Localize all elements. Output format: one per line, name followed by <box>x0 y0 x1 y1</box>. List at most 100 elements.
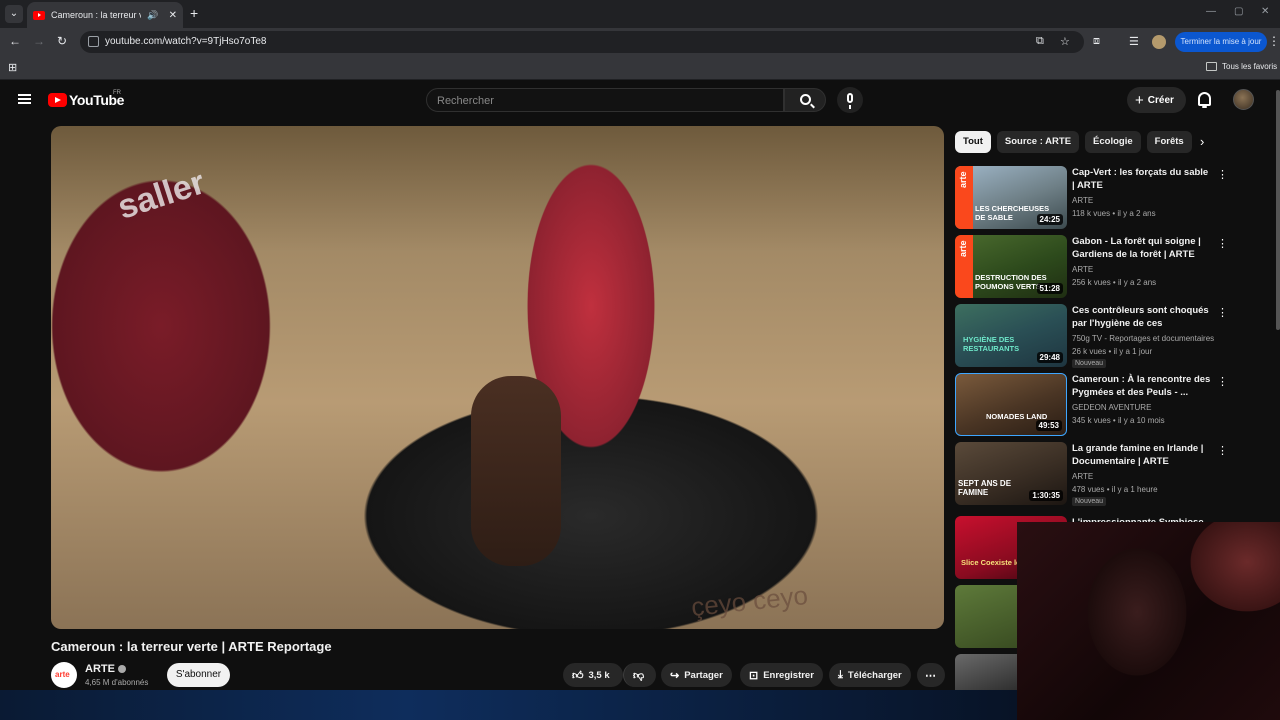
url-text[interactable]: youtube.com/watch?v=9TjHso7oTe8 <box>105 36 266 47</box>
all-bookmarks-link[interactable]: Tous les favoris <box>1222 62 1277 71</box>
recommendation-channel[interactable]: 750g TV - Reportages et documentaires <box>1072 334 1214 343</box>
reading-list-icon[interactable]: ☰ <box>1129 35 1139 48</box>
browser-tabbar: ⌄ Cameroun : la terreur verte 🔊 ✕ + — ▢ … <box>0 0 1280 28</box>
recommendation-title[interactable]: Cap-Vert : les forçats du sable | ARTE <box>1072 166 1212 192</box>
search-input[interactable]: Rechercher <box>426 88 784 112</box>
dislike-button[interactable]: 👎︎ <box>623 663 656 687</box>
tab-close-icon[interactable]: ✕ <box>169 10 177 21</box>
recommendation-item[interactable]: HYGIÈNE DES RESTAURANTS 29:48 Ces contrô… <box>955 304 1228 368</box>
share-button[interactable]: ↪ Partager <box>661 663 732 687</box>
recommendation-menu-icon[interactable]: ⋮ <box>1217 306 1228 319</box>
channel-avatar[interactable]: arte <box>51 662 77 688</box>
plus-icon: + <box>1135 91 1144 109</box>
thumbs-down-icon: 👎︎ <box>633 669 645 682</box>
video-player[interactable]: saller çeyo ceyo <box>51 126 944 629</box>
share-label: Partager <box>684 669 723 681</box>
recommendation-thumbnail[interactable] <box>955 654 1017 690</box>
verified-icon <box>117 665 126 674</box>
subscriber-count: 4,65 M d'abonnés <box>85 678 149 687</box>
share-icon: ↪ <box>670 669 680 682</box>
site-info-icon[interactable] <box>88 36 99 47</box>
reload-icon[interactable]: ↻ <box>57 34 67 48</box>
bookmark-icon: ⊡ <box>749 669 759 682</box>
channel-name[interactable]: ARTE <box>85 663 115 675</box>
update-button[interactable]: Terminer la mise à jour <box>1175 32 1267 52</box>
recommendation-channel[interactable]: ARTE <box>1072 265 1093 274</box>
new-tab-icon[interactable]: + <box>190 5 198 21</box>
recommendation-thumbnail[interactable]: arte LES CHERCHEUSES DE SABLE 24:25 <box>955 166 1067 229</box>
recommendation-thumbnail[interactable]: SEPT ANS DE FAMINE 1:30:35 <box>955 442 1067 505</box>
extensions-icon[interactable]: ⧈ <box>1093 35 1100 48</box>
recommendation-menu-icon[interactable]: ⋮ <box>1217 168 1228 181</box>
browser-tab[interactable]: Cameroun : la terreur verte 🔊 ✕ <box>27 2 183 28</box>
arte-logo: arte <box>55 670 70 679</box>
thumbs-up-icon: 👍︎ <box>572 669 584 682</box>
like-button[interactable]: 👍︎ 3,5 k <box>563 663 623 687</box>
recommendation-meta: 478 vues • il y a 1 heure <box>1072 485 1158 494</box>
recommendation-channel[interactable]: GEDEON AVENTURE <box>1072 403 1151 412</box>
recommendation-title[interactable]: La grande famine en Irlande | Documentai… <box>1072 442 1212 468</box>
video-duration: 1:30:35 <box>1029 490 1063 501</box>
menu-icon[interactable] <box>18 94 31 104</box>
recommendation-item[interactable]: arte DESTRUCTION DES POUMONS VERTS 51:28… <box>955 235 1228 299</box>
video-duration: 51:28 <box>1036 283 1063 294</box>
more-actions-button[interactable]: ⋯ <box>917 663 945 687</box>
cast-icon[interactable]: ⧉ <box>1036 35 1044 48</box>
chip-forets[interactable]: Forêts <box>1146 131 1192 153</box>
recommendation-channel[interactable]: ARTE <box>1072 472 1093 481</box>
user-avatar[interactable] <box>1233 89 1254 110</box>
recommendation-title[interactable]: Gabon - La forêt qui soigne | Gardiens d… <box>1072 235 1212 261</box>
recommendation-thumbnail[interactable]: NOMADES LAND 49:53 <box>955 373 1067 436</box>
forward-icon[interactable]: → <box>33 34 45 48</box>
bookmark-star-icon[interactable]: ☆ <box>1060 35 1070 48</box>
recommendation-thumbnail[interactable]: arte DESTRUCTION DES POUMONS VERTS 51:28 <box>955 235 1067 298</box>
recommendation-item[interactable]: NOMADES LAND 49:53 Cameroun : À la renco… <box>955 373 1228 437</box>
page-scrollbar[interactable] <box>1276 90 1280 330</box>
minimize-icon[interactable]: — <box>1206 6 1216 17</box>
voice-search-button[interactable] <box>837 87 863 113</box>
recommendation-menu-icon[interactable]: ⋮ <box>1217 375 1228 388</box>
recommendation-thumbnail[interactable] <box>955 585 1017 648</box>
back-icon[interactable]: ← <box>9 34 21 48</box>
recommendation-meta: 118 k vues • il y a 2 ans <box>1072 209 1156 218</box>
recommendation-channel[interactable]: ARTE <box>1072 196 1093 205</box>
microphone-icon <box>847 93 853 109</box>
thumbnail-text: SEPT ANS DE FAMINE <box>958 479 1012 497</box>
create-button[interactable]: + Créer <box>1127 87 1186 113</box>
tab-search-icon[interactable]: ⌄ <box>5 5 23 23</box>
notifications-bell-icon[interactable] <box>1198 92 1211 108</box>
video-duration: 24:25 <box>1036 214 1063 225</box>
recommendation-thumbnail[interactable]: HYGIÈNE DES RESTAURANTS 29:48 <box>955 304 1067 367</box>
close-window-icon[interactable]: ✕ <box>1261 6 1269 17</box>
arte-bar: arte <box>955 235 973 298</box>
recommendation-menu-icon[interactable]: ⋮ <box>1217 444 1228 457</box>
browser-menu-icon[interactable]: ⋮ <box>1268 34 1280 48</box>
browser-profile-avatar[interactable] <box>1152 35 1166 49</box>
recommendation-item[interactable]: arte LES CHERCHEUSES DE SABLE 24:25 Cap-… <box>955 166 1228 230</box>
thumbnail-text: HYGIÈNE DES RESTAURANTS <box>963 335 1020 353</box>
audio-playing-icon[interactable]: 🔊 <box>147 10 158 21</box>
subscribe-button[interactable]: S'abonner <box>167 663 230 687</box>
search-button[interactable] <box>784 88 826 112</box>
youtube-logo-icon[interactable] <box>48 93 67 107</box>
chip-source-arte[interactable]: Source : ARTE <box>996 131 1080 153</box>
download-button[interactable]: ⤓ Télécharger <box>829 663 911 687</box>
apps-grid-icon[interactable]: ⊞ <box>8 61 17 74</box>
recommendation-menu-icon[interactable]: ⋮ <box>1217 237 1228 250</box>
more-horizontal-icon: ⋯ <box>925 669 936 682</box>
chip-all[interactable]: Tout <box>955 131 991 153</box>
download-icon: ⤓ <box>838 668 843 681</box>
recommendation-title[interactable]: Ces contrôleurs sont choqués par l'hygiè… <box>1072 304 1212 330</box>
chips-next-icon[interactable]: › <box>1200 134 1204 149</box>
channel-name-row[interactable]: ARTE <box>85 663 126 675</box>
recommendation-item[interactable]: SEPT ANS DE FAMINE 1:30:35 La grande fam… <box>955 442 1228 506</box>
restore-icon[interactable]: ▢ <box>1234 6 1243 17</box>
recommendation-title[interactable]: Cameroun : À la rencontre des Pygmées et… <box>1072 373 1212 399</box>
arte-bar-text: arte <box>958 240 968 257</box>
recommendation-meta: 26 k vues • il y a 1 jour <box>1072 347 1153 356</box>
video-title: Cameroun : la terreur verte | ARTE Repor… <box>51 639 332 654</box>
save-button[interactable]: ⊡ Enregistrer <box>740 663 823 687</box>
player-hand-shape <box>471 376 561 566</box>
chip-ecologie[interactable]: Écologie <box>1085 131 1141 153</box>
address-bar[interactable]: youtube.com/watch?v=9TjHso7oTe8 ⧉ ☆ <box>80 31 1084 53</box>
